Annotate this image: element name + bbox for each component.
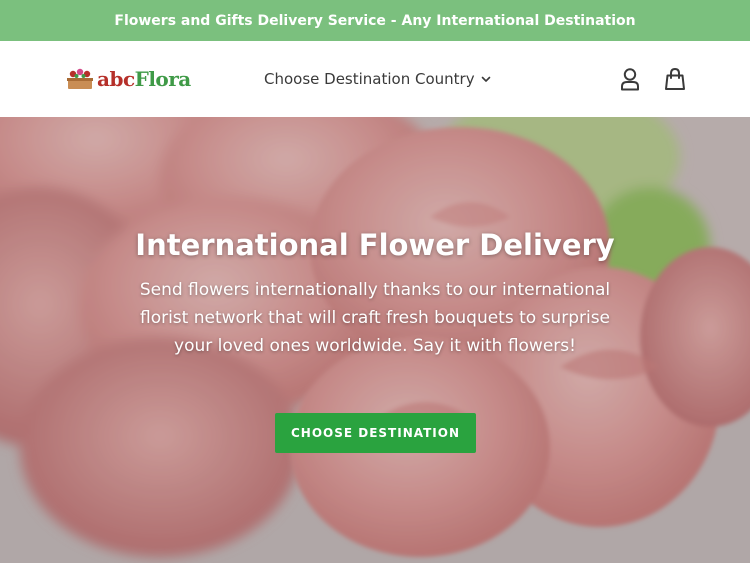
choose-destination-dropdown[interactable]: Choose Destination Country bbox=[264, 68, 491, 90]
announcement-text: Flowers and Gifts Delivery Service - Any… bbox=[114, 12, 636, 29]
account-icon[interactable] bbox=[619, 67, 641, 91]
hero-banner: International Flower Delivery Send flowe… bbox=[0, 117, 750, 563]
logo-text: abcFlora bbox=[97, 67, 191, 91]
hero-title: International Flower Delivery bbox=[135, 228, 615, 262]
hero-description: Send flowers internationally thanks to o… bbox=[139, 280, 611, 356]
announcement-bar: Flowers and Gifts Delivery Service - Any… bbox=[0, 0, 750, 41]
flower-pot-logo-icon bbox=[67, 68, 93, 89]
site-header: abcFlora Choose Destination Country bbox=[0, 41, 750, 117]
chevron-down-icon bbox=[481, 76, 490, 82]
choose-destination-button[interactable]: CHOOSE DESTINATION bbox=[275, 413, 476, 453]
site-logo[interactable]: abcFlora bbox=[66, 65, 191, 93]
choose-destination-label: Choose Destination Country bbox=[264, 70, 475, 88]
cart-icon[interactable] bbox=[664, 67, 686, 91]
